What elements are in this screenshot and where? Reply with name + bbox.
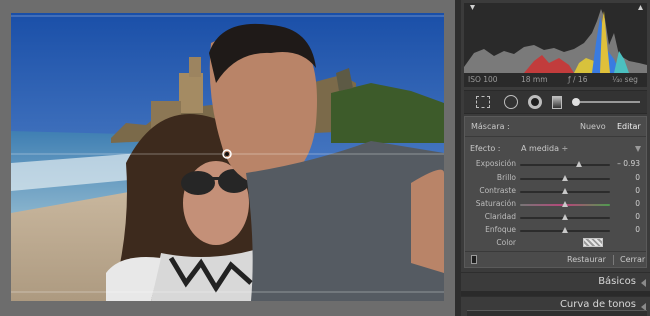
section-basic[interactable]: Básicos — [461, 272, 650, 290]
exposure-slider[interactable]: Exposición – 0.93 — [465, 158, 646, 170]
saturation-slider[interactable]: Saturación 0 — [465, 198, 646, 210]
graduated-filter-icon[interactable] — [552, 96, 562, 109]
shutter-readout: ¹⁄₄₀ seg — [612, 75, 638, 84]
saturation-label: Saturación — [475, 199, 516, 208]
histogram[interactable]: ISO 100 18 mm ƒ / 16 ¹⁄₄₀ seg — [464, 3, 647, 87]
saturation-handle[interactable] — [562, 201, 568, 207]
contrast-handle[interactable] — [562, 188, 568, 194]
iso-readout: ISO 100 — [468, 75, 498, 84]
toggle-switch-icon[interactable] — [471, 255, 477, 264]
effect-label: Efecto : — [470, 144, 501, 153]
mask-new-button[interactable]: Nuevo — [580, 122, 606, 131]
color-swatch[interactable] — [583, 238, 603, 247]
image-canvas[interactable] — [0, 0, 455, 316]
tone-curve-tabs[interactable] — [467, 310, 647, 316]
clarity-slider[interactable]: Claridad 0 — [465, 211, 646, 223]
section-basic-title: Básicos — [598, 276, 636, 287]
brightness-slider[interactable]: Brillo 0 — [465, 172, 646, 184]
mask-label: Máscara : — [471, 122, 510, 131]
color-label: Color — [496, 238, 516, 247]
color-row: Color — [465, 237, 646, 249]
spot-removal-icon[interactable] — [504, 95, 518, 109]
adjustment-brush-panel: Máscara : Nuevo Editar Efecto : A medida… — [464, 116, 647, 268]
sharpness-value[interactable]: 0 — [635, 225, 640, 234]
clarity-label: Claridad — [484, 212, 516, 221]
exposure-label: Exposición — [475, 159, 516, 168]
contrast-slider[interactable]: Contraste 0 — [465, 185, 646, 197]
effect-disclosure-icon[interactable] — [635, 146, 641, 152]
sharpness-slider[interactable]: Enfoque 0 — [465, 224, 646, 236]
contrast-label: Contraste — [479, 186, 516, 195]
tool-strip — [464, 90, 647, 114]
section-basic-disclosure-icon[interactable] — [641, 279, 646, 287]
mask-edit-button[interactable]: Editar — [617, 122, 641, 131]
mask-row: Máscara : Nuevo Editar — [465, 117, 646, 137]
brightness-label: Brillo — [496, 173, 516, 182]
effect-row: Efecto : A medida ÷ — [465, 144, 646, 156]
develop-panel: ISO 100 18 mm ƒ / 16 ¹⁄₄₀ seg Máscara : … — [461, 0, 650, 316]
effect-preset-select[interactable]: A medida ÷ — [521, 144, 568, 153]
section-tone-curve-title: Curva de tonos — [559, 299, 636, 310]
contrast-value[interactable]: 0 — [635, 186, 640, 195]
photo-preview[interactable] — [11, 13, 444, 301]
close-button[interactable]: Cerrar — [620, 255, 645, 264]
brightness-value[interactable]: 0 — [635, 173, 640, 182]
exposure-value[interactable]: – 0.93 — [617, 159, 640, 168]
aperture-readout: ƒ / 16 — [568, 75, 588, 84]
focal-length-readout: 18 mm — [521, 75, 548, 84]
adjust-footer: Restaurar Cerrar — [465, 251, 646, 267]
exposure-track[interactable] — [520, 164, 610, 166]
saturation-value[interactable]: 0 — [635, 199, 640, 208]
brightness-handle[interactable] — [562, 175, 568, 181]
crop-tool-icon[interactable] — [476, 96, 490, 108]
clarity-value[interactable]: 0 — [635, 212, 640, 221]
reset-button[interactable]: Restaurar — [567, 255, 606, 264]
red-eye-icon[interactable] — [528, 95, 542, 109]
exposure-handle[interactable] — [576, 161, 582, 167]
sharpness-handle[interactable] — [562, 227, 568, 233]
adjustment-brush-icon[interactable] — [572, 98, 642, 106]
footer-divider — [613, 255, 614, 265]
clarity-handle[interactable] — [562, 214, 568, 220]
sharpness-label: Enfoque — [485, 225, 516, 234]
